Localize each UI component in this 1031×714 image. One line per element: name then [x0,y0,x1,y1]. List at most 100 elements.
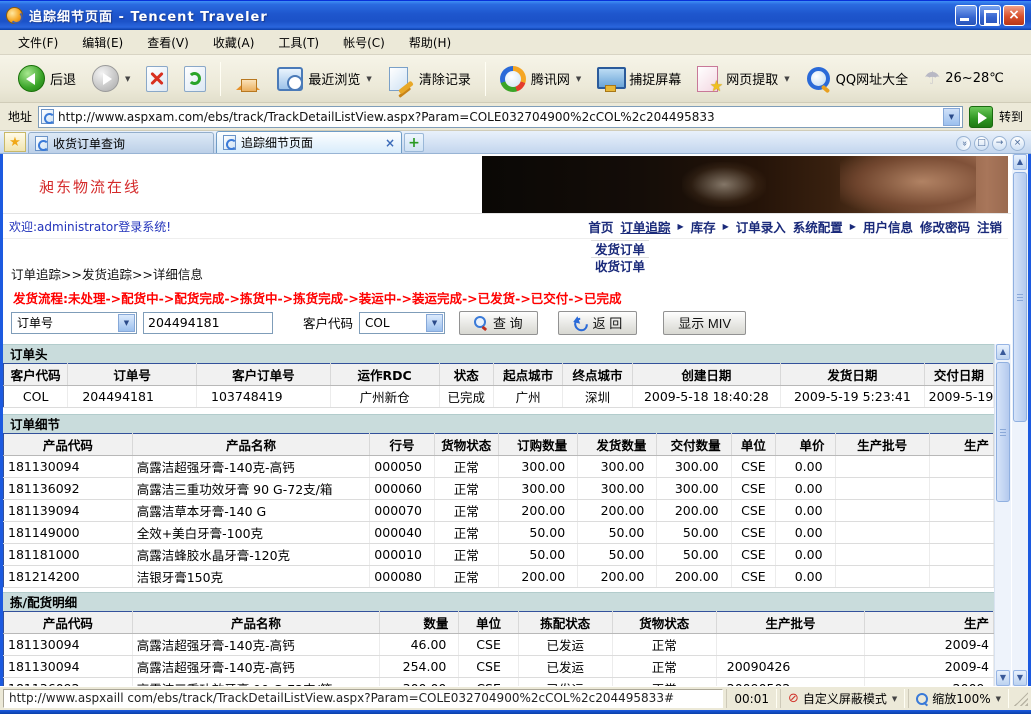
close-tab-button[interactable]: × [1010,136,1025,151]
home-button[interactable] [227,62,269,96]
menu-tools[interactable]: 工具(T) [268,31,329,54]
column-header: 创建日期 [632,364,781,386]
zoom-icon [916,693,928,705]
browser-scrollbar[interactable]: ▲ ▼ [1011,154,1028,686]
go-label[interactable]: 转到 [999,108,1023,125]
address-url[interactable]: http://www.aspxam.com/ebs/track/TrackDet… [58,110,939,124]
back-icon [18,65,45,92]
search-type-select[interactable]: 订单号 ▼ [11,312,137,334]
table-row: COL204494181103748419广州新仓已完成广州深圳2009-5-1… [4,386,994,408]
tencent-dropdown-icon[interactable]: ▼ [576,75,581,83]
scroll-down-icon[interactable]: ▼ [1013,670,1027,686]
window-title: 追踪细节页面 - Tencent Traveler [29,6,955,25]
nav-home[interactable]: 首页 [588,217,613,236]
tencent-site-button[interactable]: 腾讯网 ▼ [492,61,589,97]
restore-tab-button[interactable]: □ [974,136,989,151]
nav-order-entry[interactable]: 订单录入 [736,217,786,236]
close-icon: × [1004,6,1024,25]
refresh-icon [184,66,206,92]
query-button[interactable]: 查 询 [459,311,538,335]
monitor-icon [597,67,624,91]
scroll-up-icon[interactable]: ▲ [1013,154,1027,170]
tab-bar: ★ 收货订单查询 追踪细节页面 × + » □ → × [0,131,1031,154]
tab-receive-order-query[interactable]: 收货订单查询 [28,132,214,153]
minimize-button[interactable] [955,5,977,26]
search-icon [474,316,487,329]
menu-account[interactable]: 帐号(C) [333,31,395,54]
search-row: 订单号 ▼ 客户代码 COL ▼ 查 询 返 回 显示 M [11,309,1001,336]
nav-order-track[interactable]: 订单追踪 [620,217,670,236]
tab-close-icon[interactable]: × [385,136,395,150]
return-label: 返 回 [593,313,623,332]
menu-help[interactable]: 帮助(H) [399,31,461,54]
nav-arrow-icon: ▶ [677,222,683,231]
order-header-section-title: 订单头 [3,344,994,363]
menu-file[interactable]: 文件(F) [8,31,68,54]
menu-view[interactable]: 查看(V) [137,31,199,54]
column-header: 产品名称 [132,434,370,456]
order-number-input[interactable] [143,312,273,334]
nav-user-info[interactable]: 用户信息 [863,217,913,236]
column-header: 发货数量 [578,434,657,456]
stop-button[interactable] [138,61,176,97]
column-header: 终点城市 [563,364,632,386]
refresh-button[interactable] [176,61,214,97]
scrollbar-thumb[interactable] [996,362,1010,502]
nav-logout[interactable]: 注销 [977,217,1002,236]
nav-inventory[interactable]: 库存 [691,217,716,236]
nav-change-password[interactable]: 修改密码 [920,217,970,236]
table-row: 181136092高露洁三重功效牙膏 90 G-72支/箱000060正常300… [4,478,994,500]
recent-dropdown-icon[interactable]: ▼ [366,75,371,83]
order-header-table: 客户代码订单号客户订单号运作RDC状态起点城市终点城市创建日期发货日期交付日期C… [3,363,994,408]
qq-nav-button[interactable]: QQ网址大全 [798,61,916,96]
favorites-star-button[interactable]: ★ [4,132,26,152]
nav-system-config[interactable]: 系统配置 [793,217,843,236]
picking-detail-table: 产品代码产品名称数量单位拣配状态货物状态生产批号生产181130094高露洁超强… [3,611,994,686]
welcome-text: 欢迎:administrator登录系统! [9,218,171,235]
column-header: 起点城市 [494,364,563,386]
back-button[interactable]: 后退 [10,60,84,97]
address-dropdown-icon[interactable]: ▼ [943,108,960,126]
customer-code-select[interactable]: COL ▼ [359,312,445,334]
new-tab-button[interactable]: + [404,133,424,152]
column-header: 订单号 [68,364,197,386]
close-button[interactable]: × [1003,5,1025,26]
submenu-receive-order[interactable]: 收货订单 [591,257,649,274]
picking-section-title: 拣/配货明细 [3,592,994,611]
address-bar: 地址 http://www.aspxam.com/ebs/track/Track… [0,103,1031,131]
scroll-up-icon[interactable]: ▲ [996,344,1010,360]
scrollbar-thumb[interactable] [1013,172,1027,422]
go-button[interactable] [969,106,993,128]
weather-widget[interactable]: ☂ 26~28℃ [916,63,1012,94]
menu-edit[interactable]: 编辑(E) [72,31,133,54]
capture-screen-button[interactable]: 捕捉屏幕 [589,62,689,96]
table-row: 181130094高露洁超强牙膏-140克-高钙46.00CSE已发运正常200… [4,634,994,656]
clear-history-button[interactable]: 清除记录 [380,61,479,97]
extract-page-button[interactable]: ★ 网页提取 ▼ [689,61,797,97]
submenu-ship-order[interactable]: 发货订单 [591,240,649,257]
zoom-label: 缩放100% [932,690,990,707]
address-input[interactable]: http://www.aspxam.com/ebs/track/TrackDet… [38,106,963,128]
return-button[interactable]: 返 回 [558,311,638,335]
zoom-control[interactable]: 缩放100% ▼ [908,689,1009,708]
flow-status-text: 发货流程:未处理->配货中->配货完成->拣货中->拣货完成->装运中->装运完… [13,288,621,307]
forward-button[interactable]: ▼ [84,60,138,97]
show-miv-button[interactable]: 显示 MIV [663,311,746,335]
extract-dropdown-icon[interactable]: ▼ [784,75,789,83]
tab-list-button[interactable]: » [956,136,971,151]
menu-favorites[interactable]: 收藏(A) [203,31,265,54]
next-tab-button[interactable]: → [992,136,1007,151]
return-icon [573,317,587,329]
browser-window: 追踪细节页面 - Tencent Traveler × 文件(F) 编辑(E) … [0,0,1031,714]
maximize-button[interactable] [979,5,1001,26]
recent-button[interactable]: 最近浏览 ▼ [269,62,379,96]
page-scrollbar[interactable]: ▲ ▼ [994,344,1011,686]
column-header: 单位 [459,612,518,634]
scroll-down-icon[interactable]: ▼ [996,670,1010,686]
forward-dropdown-icon[interactable]: ▼ [125,75,130,83]
resize-grip[interactable] [1014,692,1028,706]
column-header: 产品代码 [4,434,133,456]
qq-nav-label: QQ网址大全 [836,69,908,88]
block-mode-control[interactable]: ⊘ 自定义屏蔽模式 ▼ [780,689,905,708]
tab-track-detail[interactable]: 追踪细节页面 × [216,131,402,153]
